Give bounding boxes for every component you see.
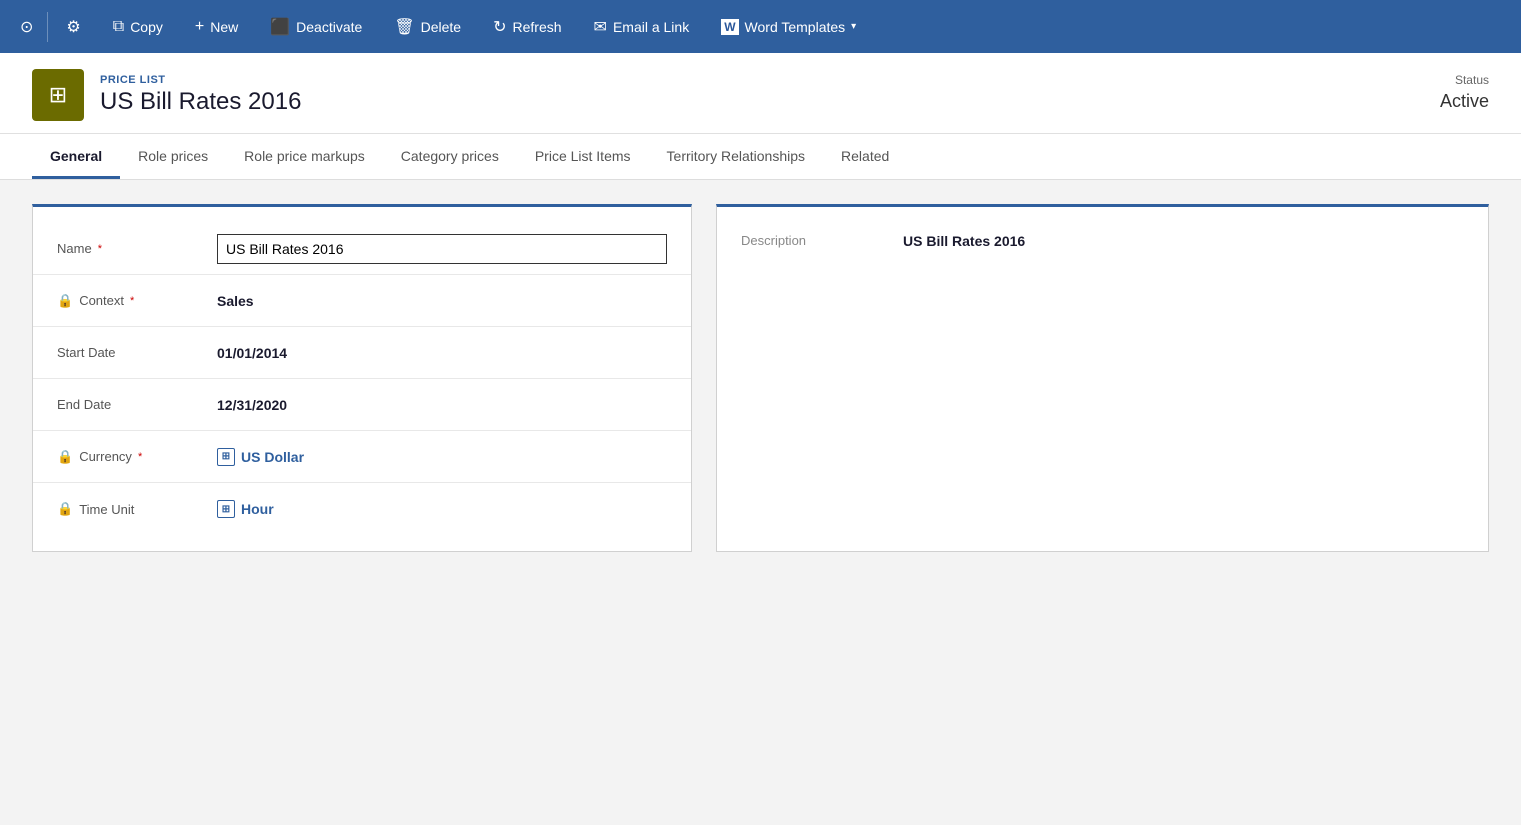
header-right: Status Active [1440,69,1489,112]
home-button[interactable]: ⊙ [8,0,45,53]
copy-label: Copy [130,19,163,35]
word-templates-button[interactable]: W Word Templates ▾ [705,0,872,53]
tab-related[interactable]: Related [823,134,907,179]
email-icon: ✉ [594,17,607,37]
status-label: Status [1440,73,1489,87]
delete-icon: 🗑 [394,17,414,37]
context-label: 🔒 Context * [57,293,217,309]
refresh-label: Refresh [513,19,562,35]
copy-button[interactable]: ⧉ Copy [97,0,179,53]
name-label: Name * [57,241,217,256]
time-unit-value: Hour [241,501,274,517]
email-label: Email a Link [613,19,689,35]
status-value: Active [1440,91,1489,112]
description-value: US Bill Rates 2016 [903,233,1025,249]
currency-label: 🔒 Currency * [57,449,217,465]
currency-lock-icon: 🔒 [57,449,73,465]
tab-role-prices[interactable]: Role prices [120,134,226,179]
context-required: * [130,295,134,307]
tab-territory-relationships[interactable]: Territory Relationships [649,134,824,179]
tab-category-prices[interactable]: Category prices [383,134,517,179]
tab-price-list-items[interactable]: Price List Items [517,134,649,179]
context-row: 🔒 Context * Sales [33,275,691,327]
tab-general[interactable]: General [32,134,120,179]
entity-icon-symbol: ⊞ [49,82,67,108]
time-unit-link[interactable]: ⊞ Hour [217,500,274,518]
context-value: Sales [217,293,667,309]
gear-button[interactable]: ⚙ [50,0,96,53]
deactivate-icon: ⬛ [270,17,290,37]
entity-icon: ⊞ [32,69,84,121]
tabs-bar: General Role prices Role price markups C… [0,134,1521,180]
start-date-label: Start Date [57,345,217,360]
word-templates-chevron: ▾ [851,21,856,32]
deactivate-button[interactable]: ⬛ Deactivate [254,0,378,53]
deactivate-label: Deactivate [296,19,362,35]
email-link-button[interactable]: ✉ Email a Link [578,0,706,53]
currency-value: US Dollar [241,449,304,465]
name-row: Name * [33,223,691,275]
currency-row: 🔒 Currency * ⊞ US Dollar [33,431,691,483]
refresh-icon: ↻ [493,17,506,37]
description-label: Description [741,233,871,249]
delete-button[interactable]: 🗑 Delete [378,0,477,53]
time-unit-row: 🔒 Time Unit ⊞ Hour [33,483,691,535]
main-content: Name * 🔒 Context * Sales Start Date 01/0… [0,180,1521,576]
name-input[interactable] [217,234,667,264]
time-unit-link-icon: ⊞ [217,500,235,518]
end-date-value: 12/31/2020 [217,397,667,413]
start-date-value: 01/01/2014 [217,345,667,361]
delete-label: Delete [421,19,461,35]
header-area: ⊞ PRICE LIST US Bill Rates 2016 Status A… [0,53,1521,134]
copy-icon: ⧉ [113,18,124,36]
currency-link[interactable]: ⊞ US Dollar [217,448,304,466]
word-icon: W [721,19,738,35]
name-required: * [98,243,102,255]
refresh-button[interactable]: ↻ Refresh [477,0,577,53]
toolbar: ⊙ ⚙ ⧉ Copy + New ⬛ Deactivate 🗑 Delete ↻… [0,0,1521,53]
divider-1 [47,12,48,42]
time-unit-lock-icon: 🔒 [57,501,73,517]
description-panel: Description US Bill Rates 2016 [716,204,1489,552]
currency-required: * [138,451,142,463]
new-label: New [210,19,238,35]
word-templates-label: Word Templates [745,19,846,35]
tab-role-price-markups[interactable]: Role price markups [226,134,383,179]
start-date-row: Start Date 01/01/2014 [33,327,691,379]
end-date-label: End Date [57,397,217,412]
context-lock-icon: 🔒 [57,293,73,309]
new-button[interactable]: + New [179,0,254,53]
plus-icon: + [195,18,204,36]
end-date-row: End Date 12/31/2020 [33,379,691,431]
home-icon: ⊙ [20,17,33,37]
description-row: Description US Bill Rates 2016 [741,223,1464,259]
form-panel: Name * 🔒 Context * Sales Start Date 01/0… [32,204,692,552]
currency-link-icon: ⊞ [217,448,235,466]
entity-type: PRICE LIST [100,74,301,86]
gear-icon: ⚙ [66,17,80,37]
entity-name: US Bill Rates 2016 [100,88,301,116]
entity-meta: PRICE LIST US Bill Rates 2016 [100,74,301,116]
time-unit-label: 🔒 Time Unit [57,501,217,517]
header-left: ⊞ PRICE LIST US Bill Rates 2016 [32,69,301,121]
